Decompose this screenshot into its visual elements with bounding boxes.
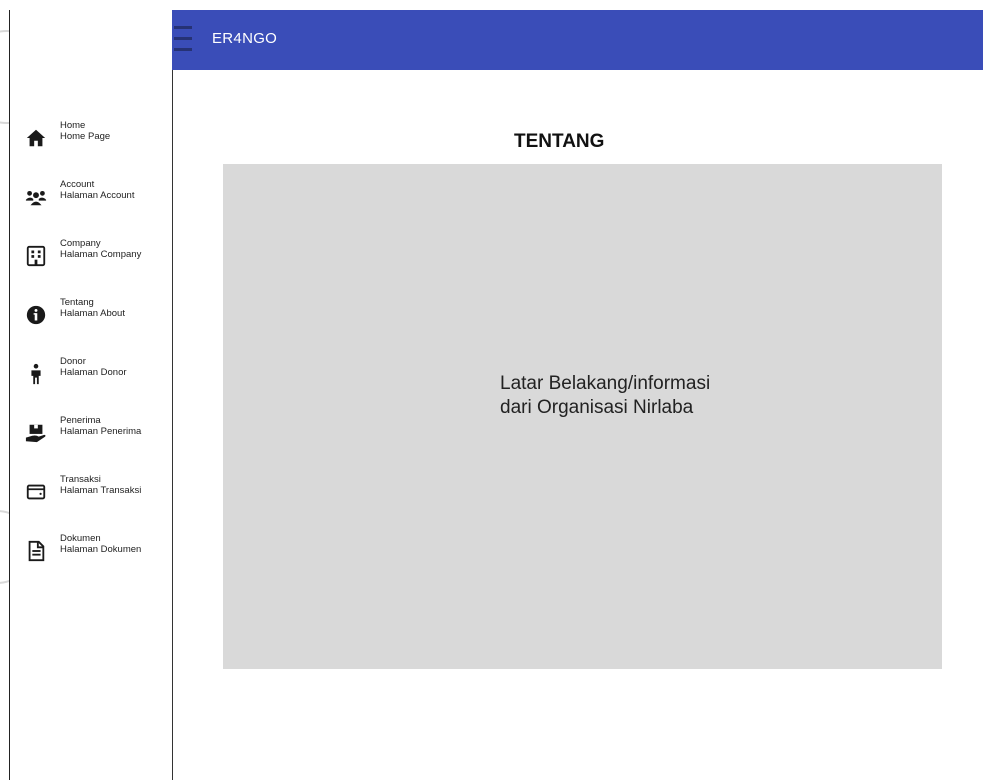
hand-box-icon (24, 421, 48, 445)
sidebar-item-text: Home Home Page (60, 120, 110, 142)
sidebar-item-company[interactable]: Company Halaman Company (10, 238, 172, 297)
sidebar-item-text: Dokumen Halaman Dokumen (60, 533, 141, 555)
about-content-text: Latar Belakang/informasi dari Organisasi… (500, 373, 711, 418)
users-icon (24, 185, 48, 209)
wallet-icon (24, 480, 48, 504)
page-title: TENTANG (514, 131, 605, 152)
sidebar-item-subtitle: Halaman Account (60, 190, 135, 201)
about-content-panel: Latar Belakang/informasi dari Organisasi… (223, 164, 942, 669)
sidebar-item-subtitle: Halaman Penerima (60, 426, 142, 437)
building-icon (24, 244, 48, 268)
app-title: ER4NGO (212, 30, 278, 47)
sidebar-item-subtitle: Halaman About (60, 308, 125, 319)
sidebar-item-title: Donor (60, 356, 86, 367)
sidebar-item-title: Dokumen (60, 533, 101, 544)
sidebar-item-text: Penerima Halaman Penerima (60, 415, 141, 437)
menu-icon[interactable] (172, 24, 194, 54)
sidebar-item-home[interactable]: Home Home Page (10, 120, 172, 179)
sidebar-item-penerima[interactable]: Penerima Halaman Penerima (10, 415, 172, 474)
sidebar-item-title: Account (60, 179, 95, 190)
sidebar-item-title: Penerima (60, 415, 101, 426)
sidebar-item-text: Company Halaman Company (60, 238, 141, 260)
sidebar-item-text: Account Halaman Account (60, 179, 134, 201)
home-icon (24, 126, 48, 150)
person-icon (24, 362, 48, 386)
sidebar-item-subtitle: Halaman Dokumen (60, 544, 142, 555)
sidebar-item-dokumen[interactable]: Dokumen Halaman Dokumen (10, 533, 172, 592)
sidebar-item-donor[interactable]: Donor Halaman Donor (10, 356, 172, 415)
sidebar-item-subtitle: Halaman Donor (60, 367, 127, 378)
sidebar-item-title: Home (60, 120, 86, 131)
sidebar-nav: Home Home Page Account Halaman Account C… (10, 120, 172, 592)
document-icon (24, 539, 48, 563)
sidebar-item-text: Transaksi Halaman Transaksi (60, 474, 141, 496)
sidebar: Home Home Page Account Halaman Account C… (10, 10, 173, 780)
sidebar-item-subtitle: Halaman Transaksi (60, 485, 142, 496)
sidebar-item-subtitle: Halaman Company (60, 249, 142, 260)
sidebar-item-title: Tentang (60, 297, 94, 308)
top-app-bar: ER4NGO (172, 10, 983, 70)
sidebar-item-account[interactable]: Account Halaman Account (10, 179, 172, 238)
info-icon (24, 303, 48, 327)
sidebar-item-text: Tentang Halaman About (60, 297, 125, 319)
sidebar-item-text: Donor Halaman Donor (60, 356, 127, 378)
sidebar-item-tentang[interactable]: Tentang Halaman About (10, 297, 172, 356)
sidebar-item-title: Company (60, 238, 101, 249)
sidebar-item-transaksi[interactable]: Transaksi Halaman Transaksi (10, 474, 172, 533)
sidebar-item-title: Transaksi (60, 474, 101, 485)
sidebar-item-subtitle: Home Page (60, 131, 111, 142)
